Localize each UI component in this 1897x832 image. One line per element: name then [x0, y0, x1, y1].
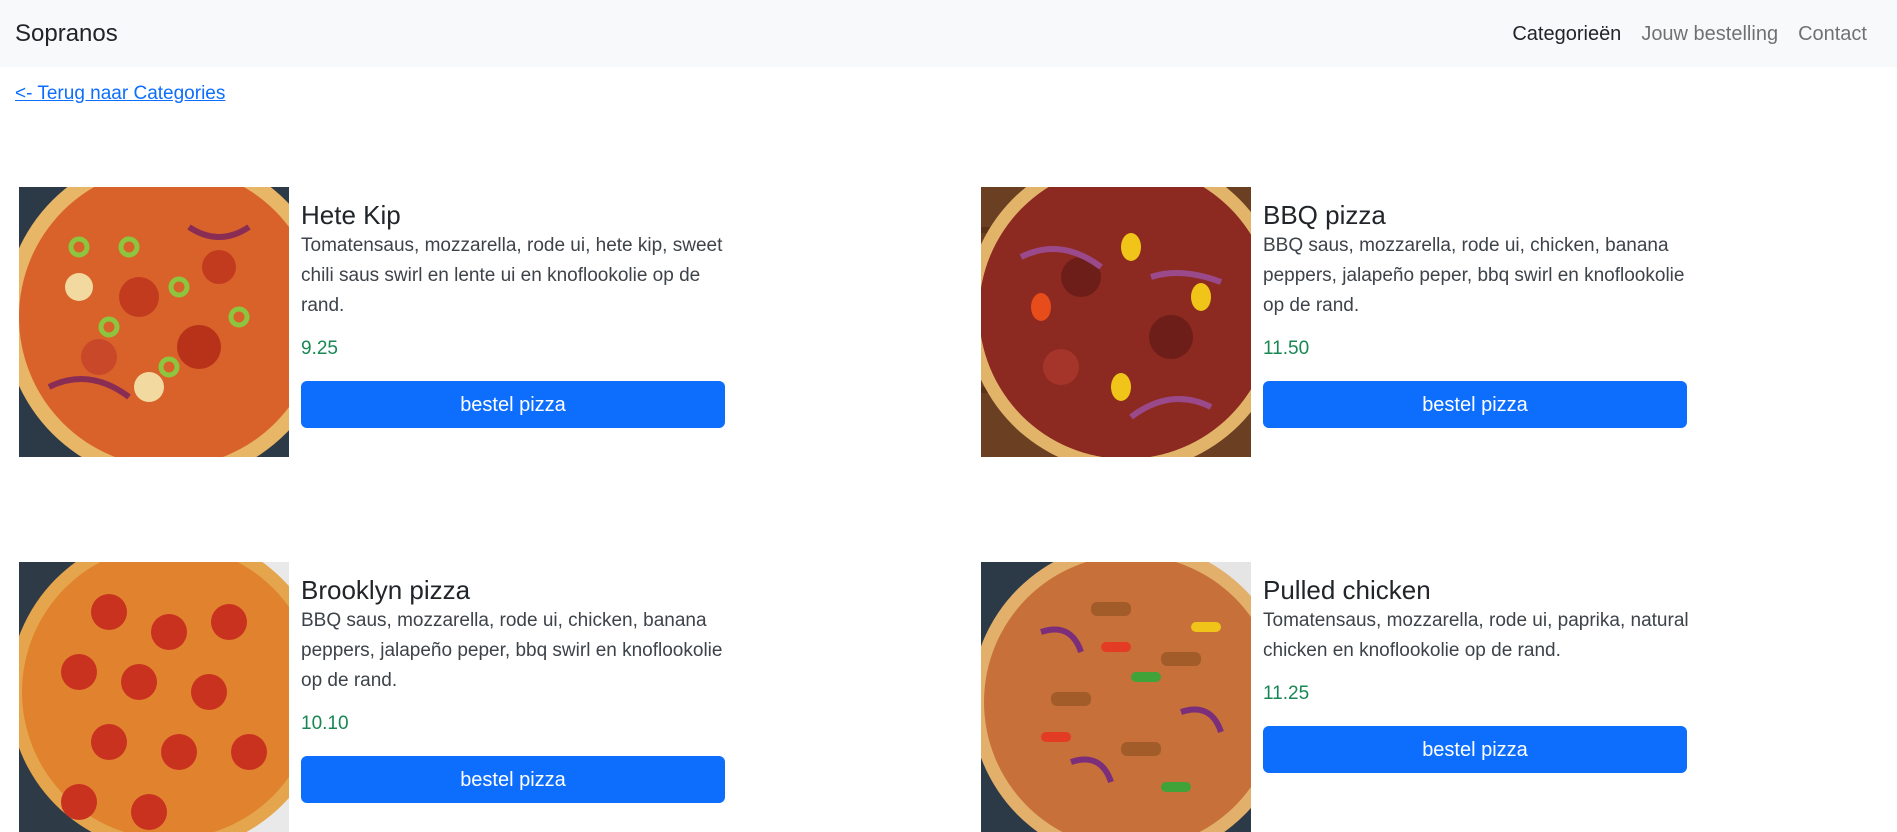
product-title: Brooklyn pizza	[301, 575, 471, 605]
pizza-image	[981, 187, 1251, 457]
back-to-categories-link[interactable]: <- Terug naar Categories	[15, 81, 225, 107]
order-pizza-button[interactable]: bestel pizza	[301, 381, 725, 428]
product-price: 11.50	[1263, 338, 1310, 359]
product-card: Hete Kip Tomatensaus, mozzarella, rode u…	[19, 187, 739, 457]
brand-logo[interactable]: Sopranos	[15, 19, 118, 49]
nav-link-contact[interactable]: Contact	[1788, 20, 1877, 48]
product-description: Tomatensaus, mozzarella, rode ui, paprik…	[1263, 610, 1689, 661]
navbar: Sopranos Categorieën Jouw bestelling Con…	[0, 0, 1897, 67]
product-price: 11.25	[1263, 683, 1310, 704]
pizza-image	[981, 562, 1251, 832]
order-pizza-button[interactable]: bestel pizza	[1263, 381, 1687, 428]
nav-links: Categorieën Jouw bestelling Contact	[1502, 20, 1877, 48]
product-description: BBQ saus, mozzarella, rode ui, chicken, …	[1263, 235, 1685, 316]
order-pizza-button[interactable]: bestel pizza	[1263, 726, 1687, 773]
product-price: 10.10	[301, 713, 349, 734]
product-card: Brooklyn pizza BBQ saus, mozzarella, rod…	[19, 562, 739, 832]
product-description: BBQ saus, mozzarella, rode ui, chicken, …	[301, 610, 723, 691]
product-card: BBQ pizza BBQ saus, mozzarella, rode ui,…	[981, 187, 1701, 457]
product-title: Hete Kip	[301, 200, 401, 230]
product-price: 9.25	[301, 338, 338, 359]
order-pizza-button[interactable]: bestel pizza	[301, 756, 725, 803]
product-description: Tomatensaus, mozzarella, rode ui, hete k…	[301, 235, 723, 316]
pizza-image	[19, 562, 289, 832]
product-title: Pulled chicken	[1263, 575, 1431, 605]
nav-link-jouw-bestelling[interactable]: Jouw bestelling	[1631, 20, 1788, 48]
nav-link-categorieen[interactable]: Categorieën	[1502, 20, 1631, 48]
product-card: Pulled chicken Tomatensaus, mozzarella, …	[981, 562, 1701, 832]
pizza-image	[19, 187, 289, 457]
product-title: BBQ pizza	[1263, 200, 1386, 230]
